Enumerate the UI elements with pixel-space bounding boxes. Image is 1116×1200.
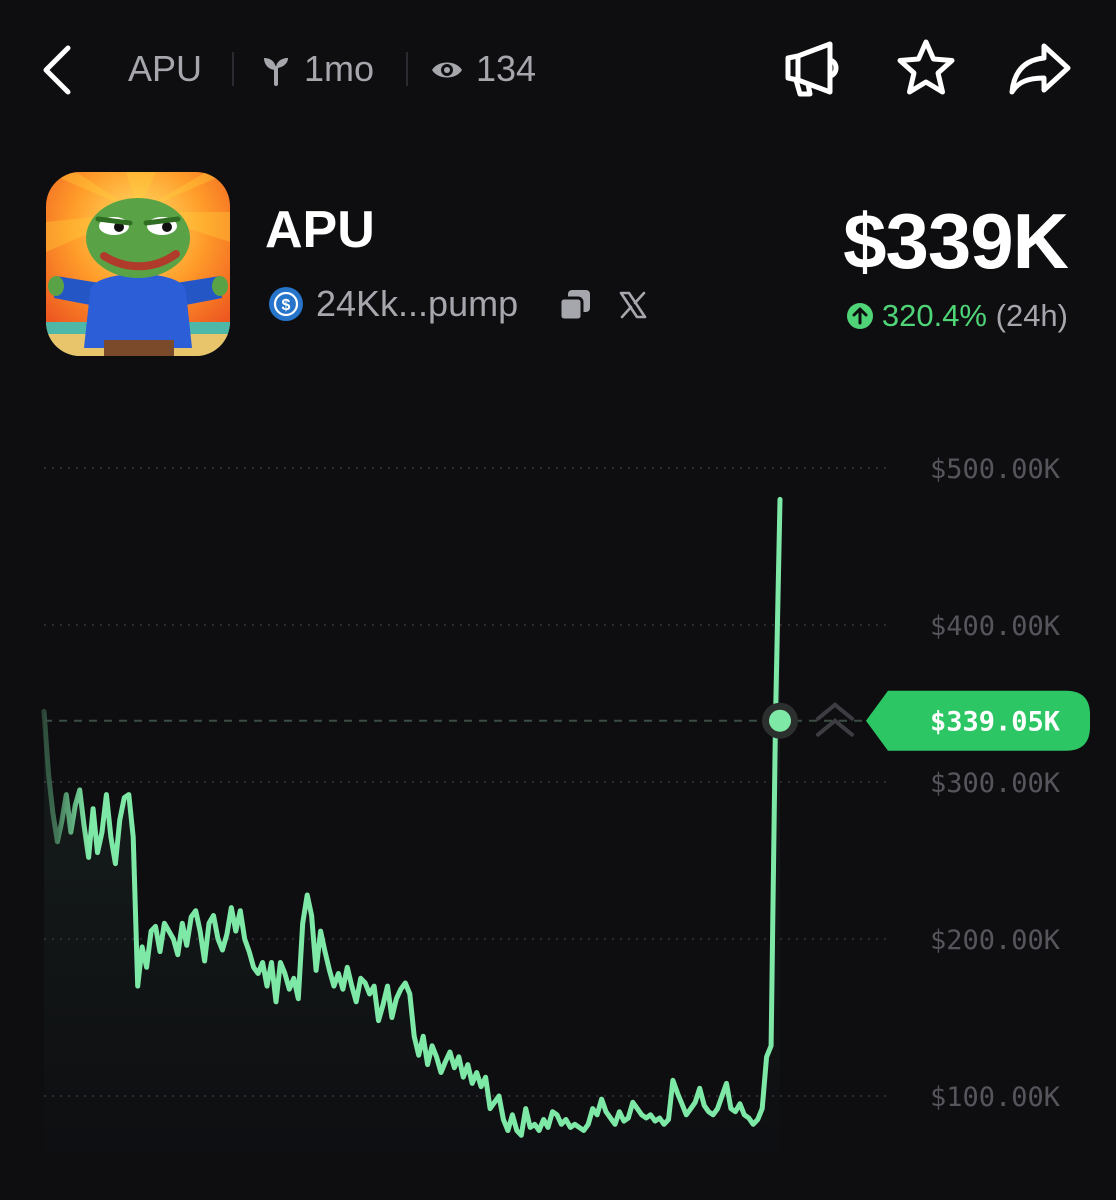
copy-icon[interactable] [558,288,592,322]
y-axis-tick-label: $200.00K [930,925,1061,956]
change-percent: 320.4% [881,298,987,333]
price-change: 320.4% (24h) [846,298,1068,334]
token-avatar [46,172,230,356]
change-period: (24h) [995,298,1068,333]
market-cap-value: $339K [843,197,1069,285]
token-address: 24Kk...pump [316,283,519,324]
token-age: 1mo [304,48,375,89]
current-value-label: $339.05K [930,707,1061,738]
star-icon[interactable] [894,36,958,100]
y-axis-tick-label: $100.00K [930,1082,1061,1113]
header-symbol: APU [128,48,203,89]
eye-icon [432,62,462,78]
arrow-up-circle-icon [846,303,873,329]
usdc-icon: $ [269,287,303,321]
header-divider [406,52,408,86]
current-value-dot [762,702,798,739]
chart-area [44,499,780,1170]
sprout-icon [264,58,288,86]
current-value-tag: $339.05K [866,690,1090,751]
token-name: APU [265,201,375,259]
header-divider [232,52,234,86]
top-bar: APU 1mo 134 [0,0,1116,140]
share-icon[interactable] [1008,36,1072,100]
back-arrow-icon[interactable] [38,42,78,98]
svg-text:$: $ [282,297,291,314]
megaphone-icon[interactable] [780,36,844,100]
y-axis-tick-label: $300.00K [930,768,1061,799]
y-axis-tick-label: $500.00K [930,454,1061,485]
x-logo-icon[interactable] [618,290,648,320]
view-count: 134 [476,48,537,89]
market-cap-chart[interactable]: $500.00K $400.00K $300.00K $200.00K $100.00K… [0,380,1116,1200]
y-axis-tick-label: $400.00K [930,611,1061,642]
